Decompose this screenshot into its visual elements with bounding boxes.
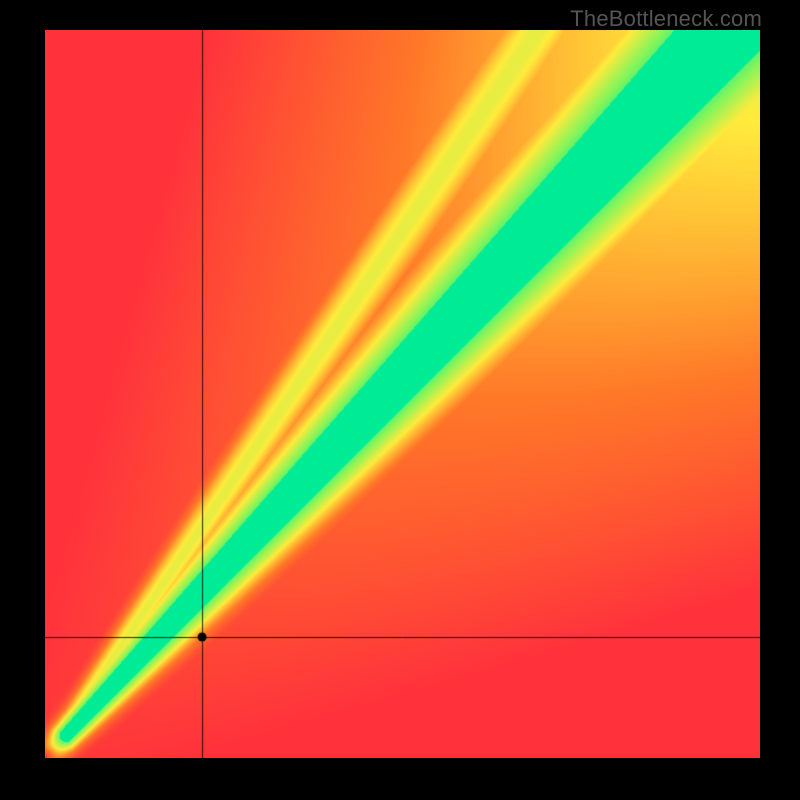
chart-frame: TheBottleneck.com [0,0,800,800]
watermark-text: TheBottleneck.com [570,6,762,32]
heatmap-canvas [45,30,760,758]
